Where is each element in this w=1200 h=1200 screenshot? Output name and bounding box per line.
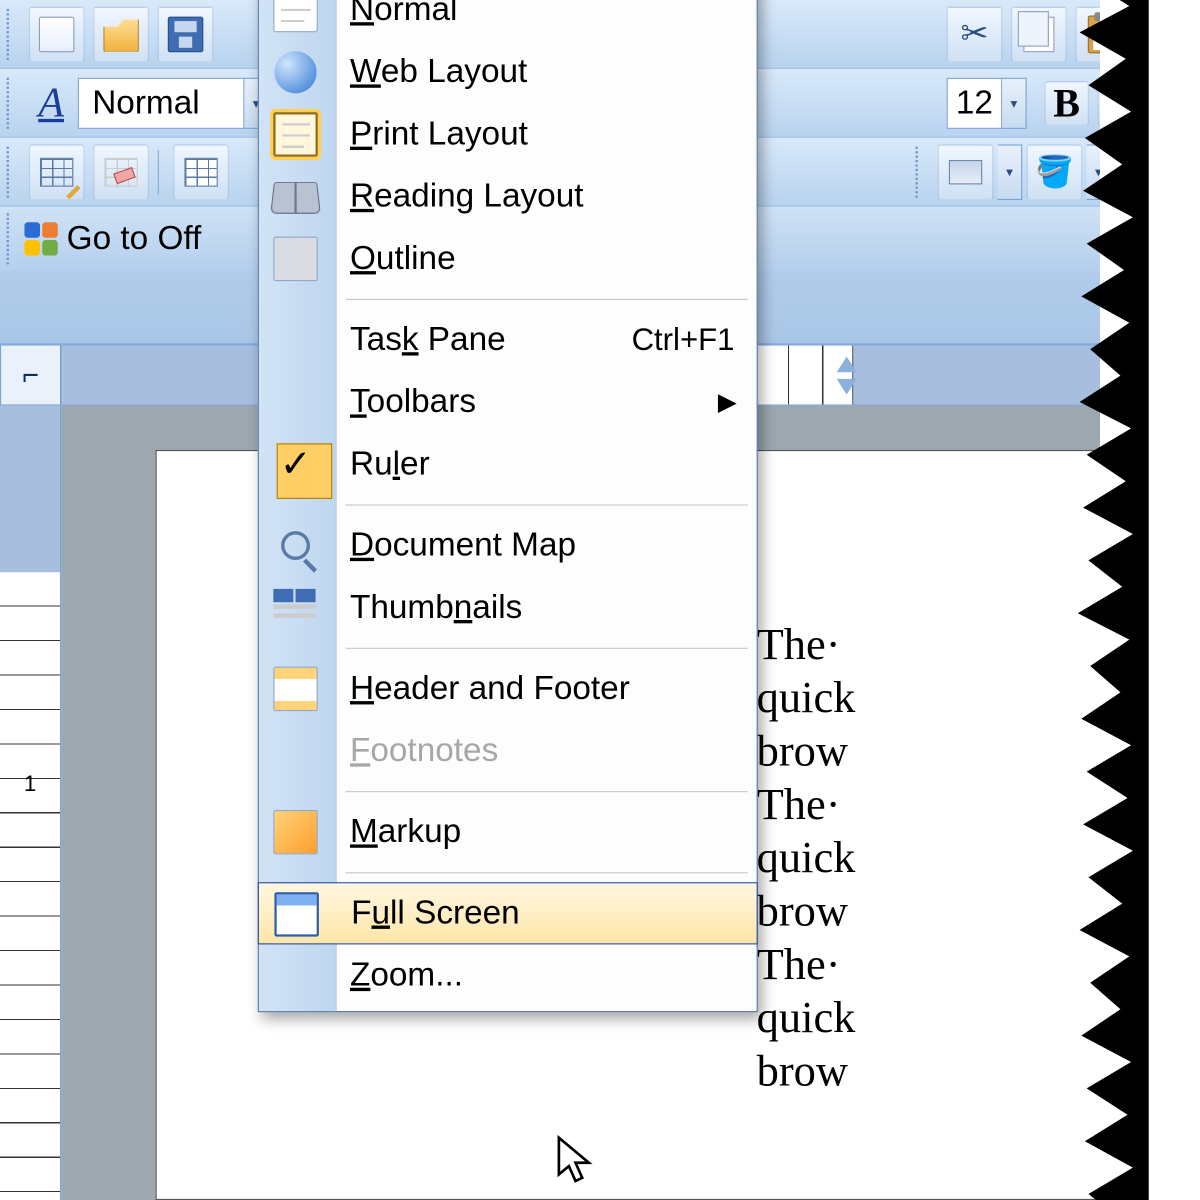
menu-item-normal[interactable]: Normal xyxy=(259,0,757,41)
insert-table-icon[interactable] xyxy=(173,144,229,200)
header-footer-icon xyxy=(270,664,321,713)
menu-item-full-screen[interactable]: Full Screen xyxy=(258,882,758,944)
menu-separator xyxy=(346,648,748,649)
menu-item-zoom[interactable]: Zoom... xyxy=(259,944,757,1006)
menu-separator xyxy=(346,872,748,873)
ruler-check-icon: ✓ xyxy=(270,440,321,489)
document-text: The· quick brow The· quick brow The· qui… xyxy=(757,618,856,1098)
menu-separator xyxy=(346,299,748,300)
menu-item-footnotes: Footnotes xyxy=(259,720,757,782)
toolbar-grip[interactable] xyxy=(7,146,18,197)
draw-table-icon[interactable] xyxy=(29,144,85,200)
insert-cells-icon[interactable] xyxy=(938,144,994,200)
menu-item-toolbars[interactable]: Toolbars ▶ xyxy=(259,371,757,433)
margin-marker-icon[interactable] xyxy=(832,357,861,395)
office-logo-icon xyxy=(24,222,57,255)
menu-separator xyxy=(346,791,748,792)
go-to-office-link[interactable]: Go to Off xyxy=(67,220,202,258)
toolbar-grip[interactable] xyxy=(7,213,18,264)
menu-item-task-pane[interactable]: Task Pane Ctrl+F1 xyxy=(259,309,757,371)
menu-item-document-map[interactable]: Document Map xyxy=(259,514,757,576)
document-map-icon xyxy=(270,521,321,570)
new-document-icon[interactable] xyxy=(29,6,85,62)
menu-item-outline[interactable]: Outline xyxy=(259,228,757,290)
torn-edge-decoration xyxy=(1100,0,1200,1200)
print-layout-icon xyxy=(270,110,321,159)
outline-icon xyxy=(270,234,321,283)
reading-layout-icon xyxy=(270,172,321,221)
style-selector-text: Normal xyxy=(92,84,199,122)
shortcut-label: Ctrl+F1 xyxy=(632,322,735,358)
fill-color-bucket-icon[interactable]: 🪣 xyxy=(1027,144,1083,200)
menu-item-thumbnails[interactable]: Thumbnails xyxy=(259,577,757,639)
menu-item-ruler[interactable]: ✓ Ruler xyxy=(259,433,757,495)
thumbnails-icon xyxy=(270,583,321,632)
toolbar-grip[interactable] xyxy=(7,77,18,128)
application-window: ✂ 🖌 A Normal xyxy=(0,0,1200,1200)
menu-item-header-footer[interactable]: Header and Footer xyxy=(259,658,757,720)
view-menu: Normal Web Layout Print Layout Reading L… xyxy=(258,0,758,1012)
open-folder-icon[interactable] xyxy=(93,6,149,62)
save-disk-icon[interactable] xyxy=(158,6,214,62)
toolbar-grip[interactable] xyxy=(916,146,927,197)
normal-view-icon xyxy=(270,0,321,34)
menu-item-markup[interactable]: Markup xyxy=(259,801,757,863)
cut-scissors-icon[interactable]: ✂ xyxy=(947,6,1003,62)
styles-icon[interactable]: A xyxy=(24,78,77,127)
vertical-ruler[interactable]: 1 xyxy=(0,406,61,1200)
submenu-arrow-icon: ▶ xyxy=(718,388,737,417)
style-selector[interactable]: Normal xyxy=(78,77,245,128)
toolbar-grip[interactable] xyxy=(7,8,18,59)
erase-table-icon[interactable] xyxy=(93,144,149,200)
menu-item-print-layout[interactable]: Print Layout xyxy=(259,103,757,165)
copy-icon[interactable] xyxy=(1011,6,1067,62)
menu-item-web-layout[interactable]: Web Layout xyxy=(259,41,757,103)
font-size-input[interactable]: 12 xyxy=(947,77,1003,128)
menu-item-reading-layout[interactable]: Reading Layout xyxy=(259,166,757,228)
web-layout-icon xyxy=(270,48,321,97)
menu-separator xyxy=(346,504,748,505)
markup-icon xyxy=(270,808,321,857)
font-size-dropdown-caret-icon[interactable]: ▾ xyxy=(1002,77,1026,128)
tab-selector[interactable]: ⌐ xyxy=(0,344,61,405)
bold-button[interactable]: B xyxy=(1044,81,1088,125)
insert-cells-dropdown-icon[interactable]: ▾ xyxy=(998,144,1022,200)
full-screen-icon xyxy=(271,890,322,939)
ruler-number: 1 xyxy=(24,772,36,798)
